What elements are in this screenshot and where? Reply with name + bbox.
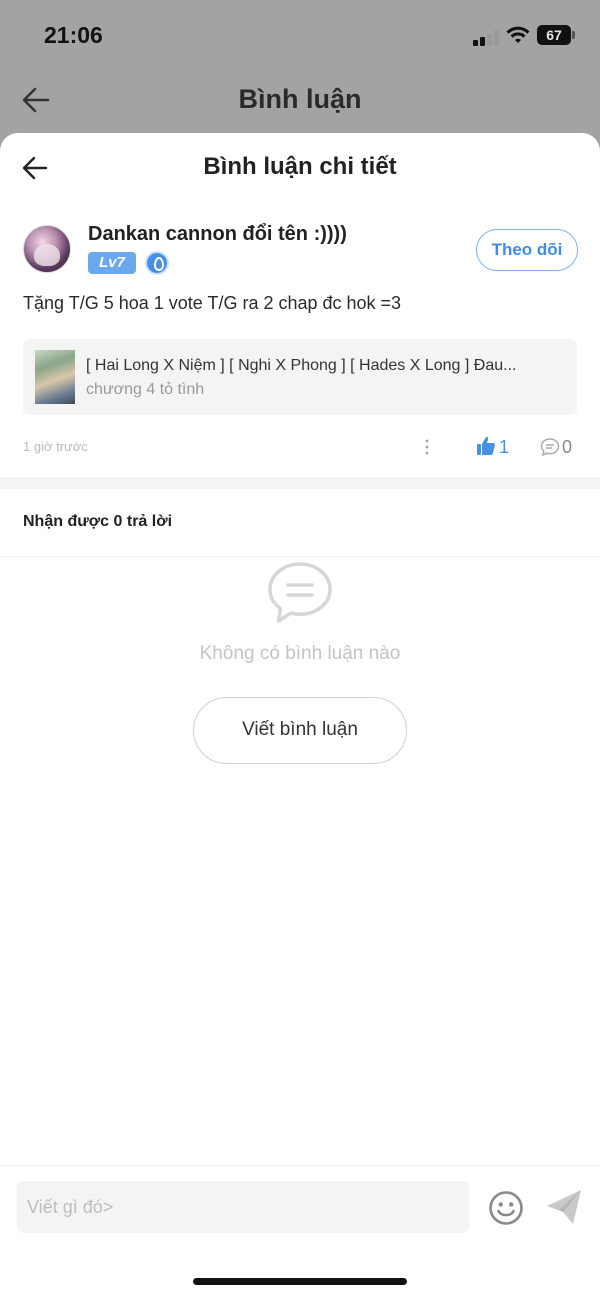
status-time: 21:06 [44,22,103,48]
empty-comments-icon [268,562,332,623]
story-cover-image [35,350,75,404]
wifi-icon [506,26,530,43]
divider [0,1165,600,1166]
story-link-card[interactable]: [ Hai Long X Niệm ] [ Nghi X Phong ] [ H… [23,339,577,415]
like-count: 1 [499,437,510,457]
comment-input[interactable] [17,1181,469,1233]
level-badge: Lv7 [88,252,136,274]
battery-level: 67 [537,25,571,45]
cellular-signal-icon [473,30,501,46]
comment-text: Tặng T/G 5 hoa 1 vote T/G ra 2 chap đc h… [23,293,402,313]
status-bar: 21:06 67 [0,0,600,70]
empty-state-text: Không có bình luận nào [199,643,401,664]
username[interactable]: Dankan cannon đổi tên :)))) [88,223,347,246]
write-comment-button[interactable]: Viết bình luận [193,697,407,764]
emoji-icon[interactable] [488,1190,524,1226]
replies-count-label: Nhận được 0 trả lời [23,513,173,530]
thumbs-up-icon [477,436,496,455]
comment-bubble-icon [540,438,560,457]
reply-count: 0 [562,437,573,457]
home-indicator [193,1278,407,1285]
comment-detail-sheet: Bình luận chi tiết Dankan cannon đổi tên… [0,133,600,1299]
divider [0,556,600,557]
follow-button[interactable]: Theo dõi [476,229,578,271]
verified-badge-icon [145,251,169,275]
background-header: Bình luận [0,70,600,130]
more-options-icon[interactable] [423,437,431,457]
section-divider [0,477,600,489]
page-title: Bình luận chi tiết [203,153,397,180]
battery-icon: 67 [537,25,575,45]
send-icon[interactable] [545,1188,583,1226]
story-chapter: chương 4 tỏ tình [86,381,205,398]
comment-timestamp: 1 giờ trước [23,439,88,454]
sheet-header: Bình luận chi tiết [0,133,600,203]
background-page-title: Bình luận [238,84,362,114]
avatar[interactable] [23,225,71,273]
story-title: [ Hai Long X Niệm ] [ Nghi X Phong ] [ H… [86,357,517,374]
